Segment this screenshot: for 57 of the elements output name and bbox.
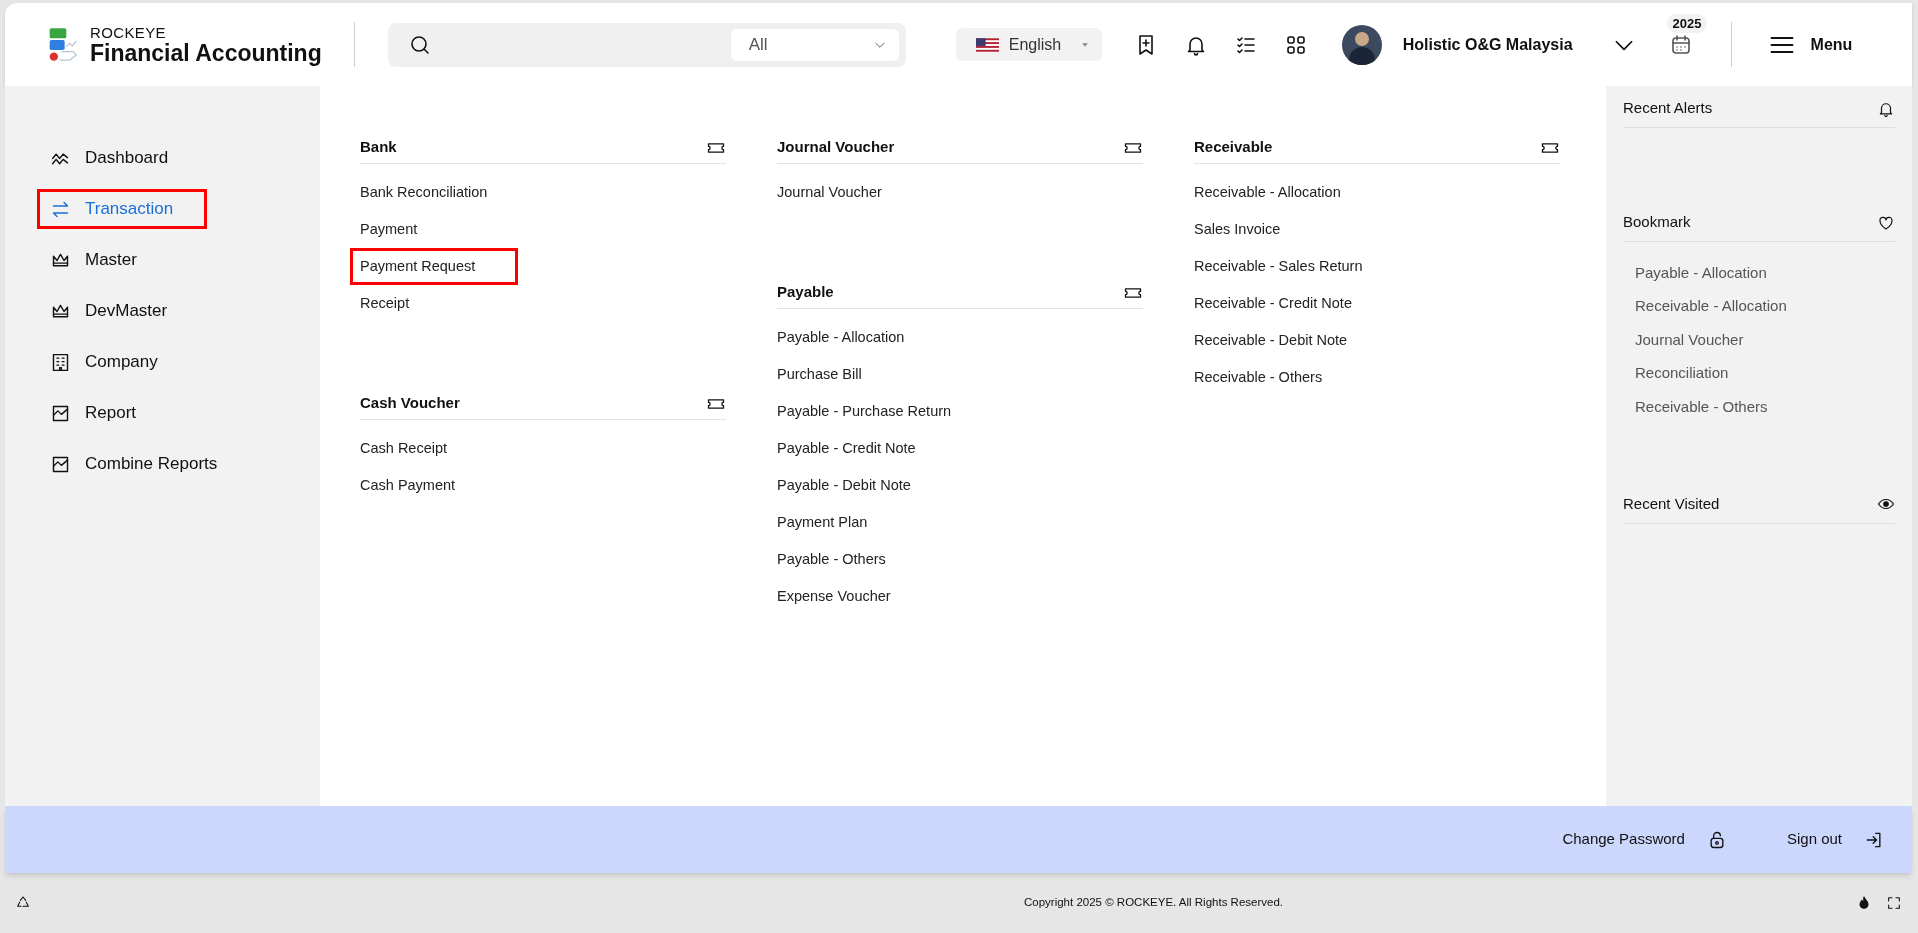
menu-link[interactable]: Payable - Debit Note <box>767 467 954 504</box>
copyright-text: Copyright 2025 © ROCKEYE. All Rights Reserved. <box>1024 895 1283 911</box>
menu-link[interactable]: Receivable - Others <box>1184 359 1366 396</box>
panel-heading: Recent Visited <box>1623 493 1720 514</box>
menu-link[interactable]: Receivable - Sales Return <box>1184 248 1406 285</box>
menu-link[interactable]: Expense Voucher <box>767 578 934 615</box>
year-badge: 2025 <box>1666 13 1708 33</box>
menu-link[interactable]: Receipt <box>350 285 453 322</box>
sign-out-button[interactable]: Sign out <box>1786 828 1884 851</box>
building-icon <box>50 351 71 373</box>
language-selector[interactable]: English <box>955 28 1102 61</box>
flag-icon <box>975 37 999 52</box>
fire-icon[interactable] <box>1856 895 1872 911</box>
app-title: Financial Accounting <box>90 41 322 65</box>
menu-button[interactable]: Menu <box>1767 30 1853 59</box>
section-heading: Payable <box>777 282 834 303</box>
menu-link[interactable]: Payable - Others <box>767 541 929 578</box>
menu-link[interactable]: Cash Payment <box>350 467 499 504</box>
menu-link[interactable]: Payable - Purchase Return <box>767 393 995 430</box>
sidebar-item[interactable]: Company <box>37 342 207 382</box>
sidebar-item[interactable]: Transaction <box>37 189 207 229</box>
user-name[interactable]: Holistic O&G Malaysia <box>1402 32 1573 57</box>
menu-link[interactable]: Receivable - Debit Note <box>1184 322 1391 359</box>
bookmark-link[interactable]: Payable - Allocation <box>1635 256 1895 290</box>
section-heading: Cash Voucher <box>360 393 460 414</box>
user-avatar <box>1341 24 1382 65</box>
menu-link[interactable]: Journal Voucher <box>767 174 925 211</box>
section-heading: Bank <box>360 137 397 158</box>
menu-link[interactable]: Bank Reconciliation <box>350 174 531 211</box>
sidebar-item[interactable]: Report <box>37 393 207 433</box>
menu-link[interactable]: Payable - Credit Note <box>767 430 959 467</box>
change-password-button[interactable]: Change Password <box>1562 828 1727 851</box>
bookmark-link[interactable]: Reconciliation <box>1635 356 1895 390</box>
sidebar-item[interactable]: Master <box>37 240 207 280</box>
menu-link[interactable]: Payment Request <box>350 248 519 285</box>
menu-link[interactable]: Payable - Allocation <box>767 319 948 356</box>
menu-link[interactable]: Receivable - Credit Note <box>1184 285 1395 322</box>
fullscreen-icon[interactable] <box>1886 895 1902 911</box>
search-field[interactable]: All <box>387 22 906 67</box>
menu-link[interactable]: Sales Invoice <box>1184 211 1324 248</box>
section-heading: Journal Voucher <box>777 137 895 158</box>
menu-link[interactable]: Payment Plan <box>767 504 911 541</box>
section-heading: Receivable <box>1194 137 1273 158</box>
panel-heading: Bookmark <box>1623 212 1691 233</box>
bookmark-link[interactable]: Receivable - Others <box>1635 390 1895 424</box>
bookmark-link[interactable]: Journal Voucher <box>1635 323 1895 357</box>
sidebar-item[interactable]: Combine Reports <box>37 444 235 484</box>
sidebar-item[interactable]: DevMaster <box>37 291 207 331</box>
menu-link[interactable]: Purchase Bill <box>767 356 905 393</box>
menu-link[interactable]: Payment <box>350 211 461 248</box>
bookmark-link[interactable]: Receivable - Allocation <box>1635 289 1895 323</box>
filter-dropdown[interactable]: All <box>730 28 899 61</box>
menu-link[interactable]: Receivable - Allocation <box>1184 174 1384 211</box>
brand-label: ROCKEYE <box>90 24 167 40</box>
panel-heading: Recent Alerts <box>1623 98 1713 119</box>
menu-link[interactable]: Cash Receipt <box>350 430 491 467</box>
sidebar-item[interactable]: Dashboard <box>37 138 207 178</box>
